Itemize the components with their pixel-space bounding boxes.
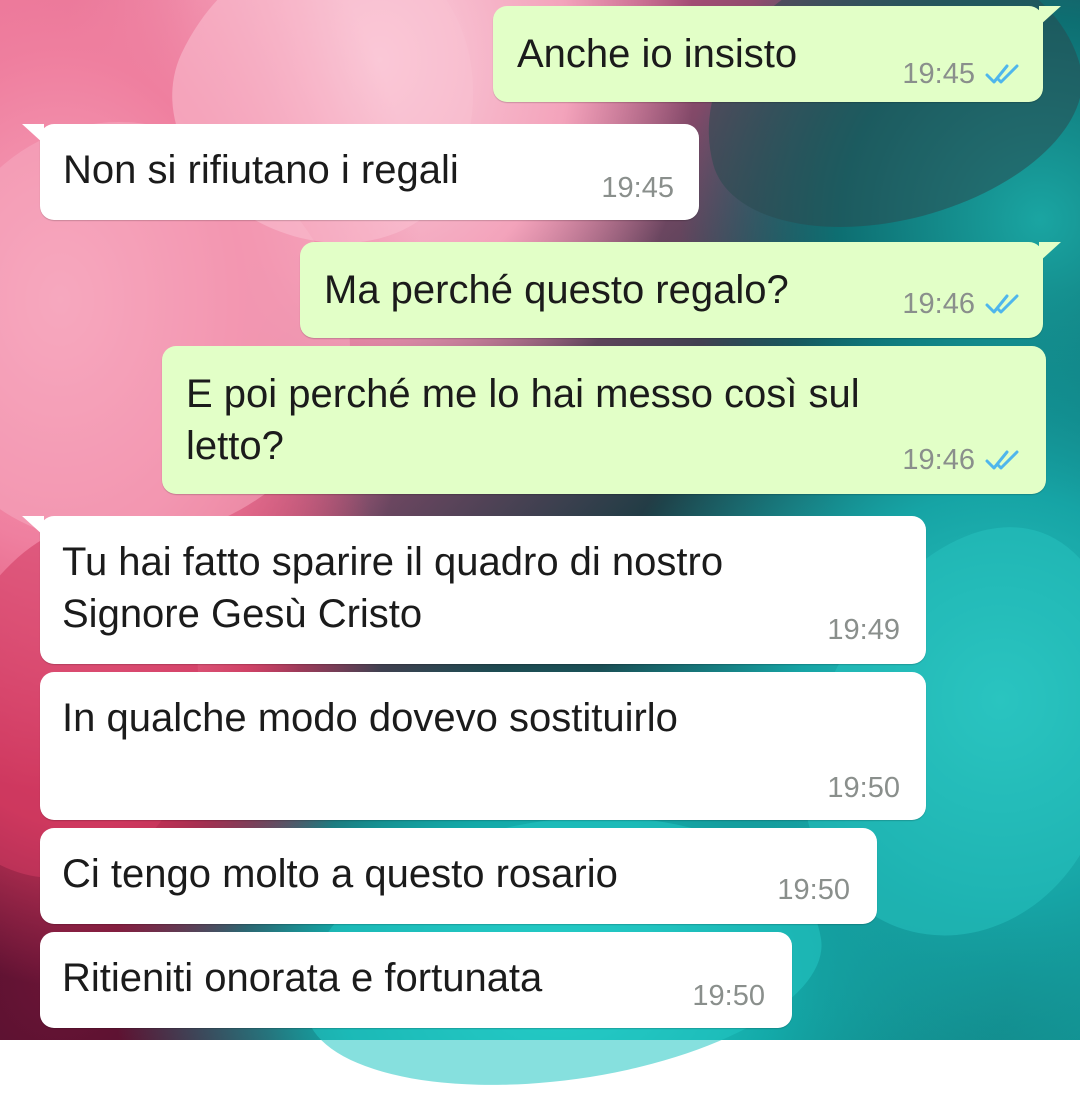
outgoing-message-bubble[interactable]: Anche io insisto 19:45 [493,6,1061,102]
message-time: 19:45 [902,58,975,90]
message-time: 19:46 [902,444,975,476]
outgoing-message-bubble[interactable]: Ma perché questo regalo? 19:46 [300,242,1061,338]
message-time: 19:46 [902,288,975,320]
message-meta: 19:45 [601,172,674,204]
incoming-message-bubble[interactable]: Non si rifiutano i regali 19:45 [22,124,699,220]
incoming-message-bubble[interactable]: In qualche modo dovevo sostituirlo 19:50 [40,672,926,820]
bubble-tail [22,516,44,536]
message-text: Ci tengo molto a questo rosario [62,852,618,896]
chat-message-list[interactable]: Anche io insisto 19:45 Non si rifiutano … [0,0,1080,1040]
double-check-icon [985,64,1019,84]
message-time: 19:45 [601,172,674,204]
bubble-tail [1039,242,1061,262]
message-meta: 19:46 [902,444,1021,476]
message-text: Non si rifiutano i regali [63,148,459,192]
bubble-tail [1039,6,1061,26]
message-time: 19:50 [777,874,850,906]
message-text: E poi perché me lo hai messo così sul le… [186,372,860,468]
incoming-message-bubble[interactable]: Ci tengo molto a questo rosario 19:50 [40,828,877,924]
message-meta: 19:45 [902,58,1021,90]
double-check-icon [985,294,1019,314]
bubble-tail [22,124,44,144]
message-text: Anche io insisto [517,32,798,76]
message-time: 19:49 [827,614,900,646]
message-text: In qualche modo dovevo sostituirlo [62,696,678,740]
message-time: 19:50 [827,772,900,804]
outgoing-message-bubble[interactable]: E poi perché me lo hai messo così sul le… [162,346,1046,494]
message-text: Ma perché questo regalo? [324,268,789,312]
message-meta: 19:50 [777,874,850,906]
incoming-message-bubble[interactable]: Tu hai fatto sparire il quadro di nostro… [22,516,926,664]
message-meta: 19:46 [902,288,1021,320]
double-check-icon [985,450,1019,470]
message-text: Tu hai fatto sparire il quadro di nostro… [62,540,724,636]
message-meta: 19:49 [827,614,900,646]
message-meta: 19:50 [827,772,900,804]
message-meta: 19:50 [692,980,765,1012]
incoming-message-bubble[interactable]: Ritieniti onorata e fortunata 19:50 [40,932,792,1028]
message-text: Ritieniti onorata e fortunata [62,956,543,1000]
message-time: 19:50 [692,980,765,1012]
